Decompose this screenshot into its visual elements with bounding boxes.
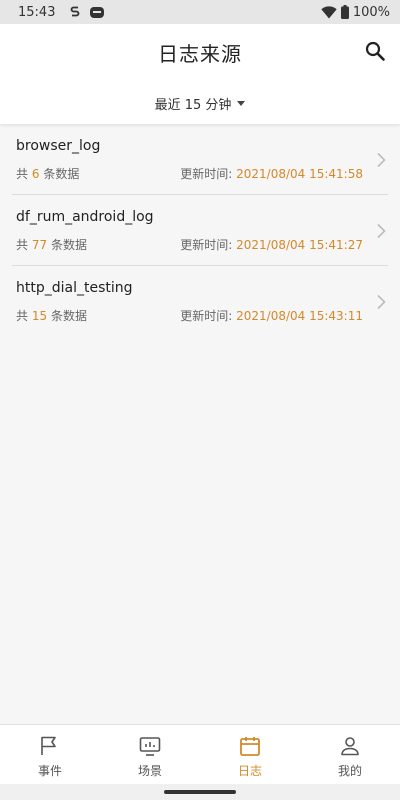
- robot-notification-icon: [89, 5, 105, 19]
- log-count: 共 6 条数据: [16, 167, 80, 181]
- status-bar: 15:43 100%: [0, 0, 400, 24]
- update-time-value: 2021/08/04 15:41:58: [236, 167, 363, 181]
- home-indicator[interactable]: [164, 790, 236, 794]
- log-source-name: df_rum_android_log: [16, 209, 154, 225]
- nav-item-scenes[interactable]: 场景: [100, 725, 200, 784]
- time-filter-label: 最近 15 分钟: [154, 98, 232, 113]
- battery-icon: [340, 5, 349, 19]
- nav-label: 事件: [37, 764, 62, 778]
- caret-down-icon: [237, 101, 246, 106]
- calendar-icon: [240, 737, 260, 756]
- gesture-area: [0, 784, 400, 800]
- chevron-right-icon: [377, 223, 386, 239]
- log-update-time: 更新时间: 2021/08/04 15:41:58: [180, 167, 363, 181]
- update-time-value: 2021/08/04 15:43:11: [236, 309, 363, 323]
- log-source-list: browser_log 共 6 条数据 更新时间: 2021/08/04 15:…: [12, 124, 388, 337]
- log-count-value: 77: [31, 238, 48, 252]
- time-filter-dropdown[interactable]: 最近 15 分钟: [0, 94, 400, 113]
- flag-icon: [41, 736, 56, 755]
- status-time: 15:43: [18, 4, 56, 20]
- list-item[interactable]: http_dial_testing 共 15 条数据 更新时间: 2021/08…: [12, 266, 388, 337]
- list-item[interactable]: browser_log 共 6 条数据 更新时间: 2021/08/04 15:…: [12, 124, 388, 195]
- person-icon: [341, 737, 359, 756]
- bottom-nav: 事件 场景 日志 我的: [0, 724, 400, 784]
- log-update-time: 更新时间: 2021/08/04 15:43:11: [180, 309, 363, 323]
- s-notification-icon: [69, 5, 81, 19]
- log-count: 共 15 条数据: [16, 309, 87, 323]
- list-item[interactable]: df_rum_android_log 共 77 条数据 更新时间: 2021/0…: [12, 195, 388, 266]
- search-icon: [365, 41, 385, 65]
- update-time-value: 2021/08/04 15:41:27: [236, 238, 363, 252]
- header: 日志来源 最近 15 分钟: [0, 24, 400, 124]
- nav-label: 我的: [337, 764, 362, 778]
- nav-label: 场景: [137, 764, 162, 778]
- log-update-time: 更新时间: 2021/08/04 15:41:27: [180, 238, 363, 252]
- chevron-right-icon: [377, 294, 386, 310]
- search-button[interactable]: [362, 40, 388, 66]
- log-count-value: 6: [31, 167, 40, 181]
- log-count-value: 15: [31, 309, 48, 323]
- nav-label: 日志: [237, 764, 262, 778]
- wifi-icon: [321, 5, 337, 19]
- nav-item-events[interactable]: 事件: [0, 725, 100, 784]
- nav-item-profile[interactable]: 我的: [300, 725, 400, 784]
- monitor-icon: [139, 737, 161, 756]
- chevron-right-icon: [377, 152, 386, 168]
- log-source-name: http_dial_testing: [16, 280, 133, 296]
- battery-percent: 100%: [352, 4, 390, 20]
- nav-item-logs[interactable]: 日志: [200, 725, 300, 784]
- log-count: 共 77 条数据: [16, 238, 87, 252]
- page-title: 日志来源: [158, 42, 242, 66]
- log-source-name: browser_log: [16, 138, 101, 154]
